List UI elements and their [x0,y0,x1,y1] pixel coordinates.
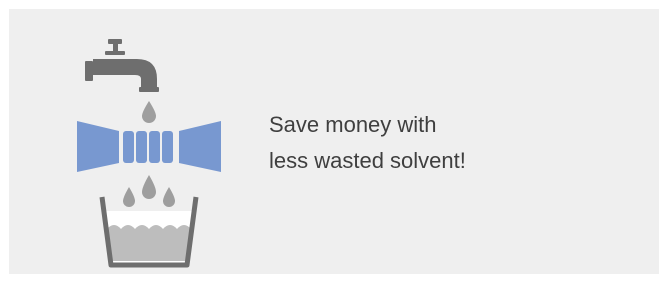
tagline-line-2: less wasted solvent! [269,148,466,173]
solvent-illustration [77,39,221,268]
tagline: Save money with less wasted solvent! [269,107,649,179]
tagline-line-1: Save money with [269,112,437,137]
droplet-icon [142,101,156,123]
bowtie-filter-icon [77,121,221,172]
faucet-icon [85,39,159,92]
falling-droplets-icon [123,175,175,207]
promo-card: Save money with less wasted solvent! [9,9,659,274]
bucket-icon [99,196,199,268]
